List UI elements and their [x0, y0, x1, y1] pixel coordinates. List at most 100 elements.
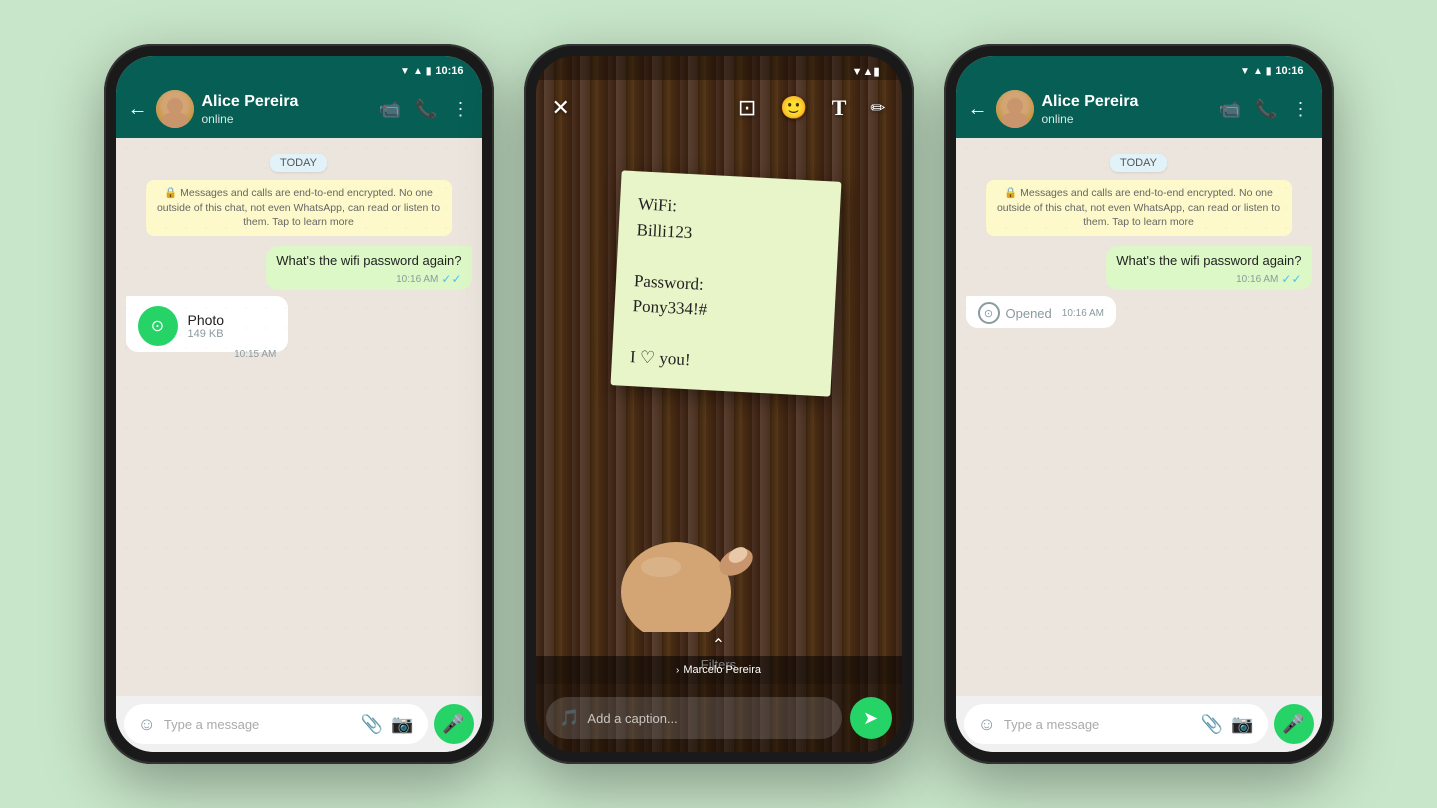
viewer-overlay: ▼▲▮ ✕ ⊡ 🙂 T ✏ — [536, 56, 902, 752]
marcelo-text: Marcelo Pereira — [683, 664, 761, 676]
tick-right: ✓✓ — [1281, 272, 1301, 286]
phone-right: ▼ ▲ ▮ 10:16 ← Alice Pereira online 📹 — [944, 44, 1334, 764]
viewer-signal-icon: ▼▲▮ — [852, 65, 880, 78]
sticky-note: WiFi: Billi123 Password: Pony334!# I ♡ y… — [610, 170, 841, 396]
header-actions-right: 📹 📞 ⋮ — [1219, 99, 1310, 120]
mic-icon-right: 🎤 — [1282, 714, 1304, 735]
photo-time-left: 10:15 AM — [234, 349, 276, 360]
avatar-right — [996, 90, 1034, 128]
sent-text-right: What's the wifi password again? — [1116, 252, 1301, 270]
input-bar-right: ☺ Type a message 📎 📷 🎤 — [956, 696, 1322, 752]
camera-icon-right: 📷 — [1231, 714, 1253, 735]
close-viewer-button[interactable]: ✕ — [552, 95, 570, 121]
system-message-right: 🔒 Messages and calls are end-to-end encr… — [986, 180, 1292, 236]
msg-meta-sent-left: 10:16 AM ✓✓ — [276, 272, 461, 286]
mic-icon-left: 🎤 — [442, 714, 464, 735]
time-left: 10:16 — [435, 65, 463, 77]
sent-message-right: What's the wifi password again? 10:16 AM… — [966, 246, 1312, 290]
contact-info-right: Alice Pereira online — [1042, 92, 1211, 125]
photo-icon-left: ⊙ — [151, 316, 164, 336]
battery-icon: ▮ — [426, 66, 432, 77]
signal-icon-right: ▼ — [1240, 66, 1250, 77]
input-emoji-right: ☺ — [978, 714, 996, 735]
attach-icon-right: 📎 — [1201, 714, 1223, 735]
contact-status-left: online — [202, 112, 371, 126]
header-actions-left: 📹 📞 ⋮ — [379, 99, 470, 120]
input-bar-left: ☺ Type a message 📎 📷 🎤 — [116, 696, 482, 752]
phone-left: ▼ ▲ ▮ 10:16 ← Alice Pereira online 📹 — [104, 44, 494, 764]
system-message-left: 🔒 Messages and calls are end-to-end encr… — [146, 180, 452, 236]
caption-placeholder: Add a caption... — [587, 711, 827, 726]
camera-icon-left: 📷 — [391, 714, 413, 735]
msg-meta-sent-right: 10:16 AM ✓✓ — [1116, 272, 1301, 286]
date-badge-right: TODAY — [966, 154, 1312, 172]
bubble-sent-left: What's the wifi password again? 10:16 AM… — [266, 246, 471, 290]
viewer-status: ▼▲▮ — [536, 56, 902, 80]
photo-icon-wrap-left: ⊙ — [138, 306, 178, 346]
menu-icon-right[interactable]: ⋮ — [1292, 99, 1310, 120]
phone-middle: ▼▲▮ ✕ ⊡ 🙂 T ✏ — [524, 44, 914, 764]
viewer-toolbar: ✕ ⊡ 🙂 T ✏ — [536, 80, 902, 136]
marcelo-bar[interactable]: › Marcelo Pereira — [536, 656, 902, 684]
call-icon-left[interactable]: 📞 — [415, 99, 437, 120]
opened-label-right: Opened — [1006, 306, 1052, 321]
chat-body-left: TODAY 🔒 Messages and calls are end-to-en… — [116, 138, 482, 696]
date-badge-left: TODAY — [126, 154, 472, 172]
viewer-input-bar: 🎵 Add a caption... ➤ — [536, 684, 902, 752]
video-call-icon-left[interactable]: 📹 — [379, 99, 401, 120]
photo-attachment-left[interactable]: ⊙ Photo 149 KB 10:15 AM — [126, 296, 289, 352]
status-icons-right: ▼ ▲ ▮ — [1240, 66, 1271, 77]
sent-time-right: 10:16 AM — [1236, 274, 1278, 285]
caption-field[interactable]: 🎵 Add a caption... — [546, 697, 842, 739]
mic-button-left[interactable]: 🎤 — [434, 704, 474, 744]
input-placeholder-right: Type a message — [1004, 717, 1193, 732]
tick-left: ✓✓ — [441, 272, 461, 286]
contact-info-left: Alice Pereira online — [202, 92, 371, 125]
battery-icon-right: ▮ — [1266, 66, 1272, 77]
call-icon-right[interactable]: 📞 — [1255, 99, 1277, 120]
viewer-toolbar-right: ⊡ 🙂 T ✏ — [738, 95, 886, 121]
sent-message-left: What's the wifi password again? 10:16 AM… — [126, 246, 472, 290]
time-right: 10:16 — [1275, 65, 1303, 77]
contact-name-right: Alice Pereira — [1042, 92, 1211, 111]
photo-label-left: Photo — [188, 312, 225, 328]
avatar-left — [156, 90, 194, 128]
input-field-right[interactable]: ☺ Type a message 📎 📷 — [964, 704, 1268, 744]
text-tool-icon[interactable]: T — [832, 95, 847, 121]
video-call-icon-right[interactable]: 📹 — [1219, 99, 1241, 120]
opened-message-right: ⊙ Opened 10:16 AM — [966, 296, 1312, 328]
menu-icon-left[interactable]: ⋮ — [452, 99, 470, 120]
scene: ▼ ▲ ▮ 10:16 ← Alice Pereira online 📹 — [0, 0, 1437, 808]
input-field-left[interactable]: ☺ Type a message 📎 📷 — [124, 704, 428, 744]
contact-name-left: Alice Pereira — [202, 92, 371, 111]
status-bar-left: ▼ ▲ ▮ 10:16 — [116, 56, 482, 80]
input-emoji-left: ☺ — [138, 714, 156, 735]
photo-size-left: 149 KB — [188, 328, 225, 340]
back-button-right[interactable]: ← — [968, 98, 988, 121]
caption-emoji-icon: 🎵 — [560, 708, 580, 728]
sticky-note-text: WiFi: Billi123 Password: Pony334!# I ♡ y… — [629, 191, 822, 379]
signal-icon: ▼ — [400, 66, 410, 77]
photo-info-left: Photo 149 KB — [188, 312, 225, 340]
chat-header-left: ← Alice Pereira online 📹 📞 ⋮ — [116, 80, 482, 138]
attach-icon-left: 📎 — [361, 714, 383, 735]
photo-meta-left: 10:15 AM — [234, 349, 276, 360]
back-button-left[interactable]: ← — [128, 98, 148, 121]
crop-icon[interactable]: ⊡ — [738, 95, 756, 121]
filters-chevron-icon: ⌃ — [712, 635, 725, 655]
sent-text-left: What's the wifi password again? — [276, 252, 461, 270]
mic-button-right[interactable]: 🎤 — [1274, 704, 1314, 744]
draw-icon[interactable]: ✏ — [870, 98, 885, 119]
emoji-sticker-icon[interactable]: 🙂 — [780, 95, 807, 121]
marcelo-chevron-icon: › — [676, 665, 679, 676]
send-button-middle[interactable]: ➤ — [850, 697, 892, 739]
chat-header-right: ← Alice Pereira online 📹 📞 ⋮ — [956, 80, 1322, 138]
status-icons-left: ▼ ▲ ▮ — [400, 66, 431, 77]
sent-time-left: 10:16 AM — [396, 274, 438, 285]
contact-status-right: online — [1042, 112, 1211, 126]
wifi-icon-right: ▲ — [1253, 66, 1263, 77]
hand-graphic — [596, 452, 756, 632]
opened-time-right: 10:16 AM — [1062, 308, 1104, 319]
opened-icon-right: ⊙ — [978, 302, 1000, 324]
wifi-icon: ▲ — [413, 66, 423, 77]
